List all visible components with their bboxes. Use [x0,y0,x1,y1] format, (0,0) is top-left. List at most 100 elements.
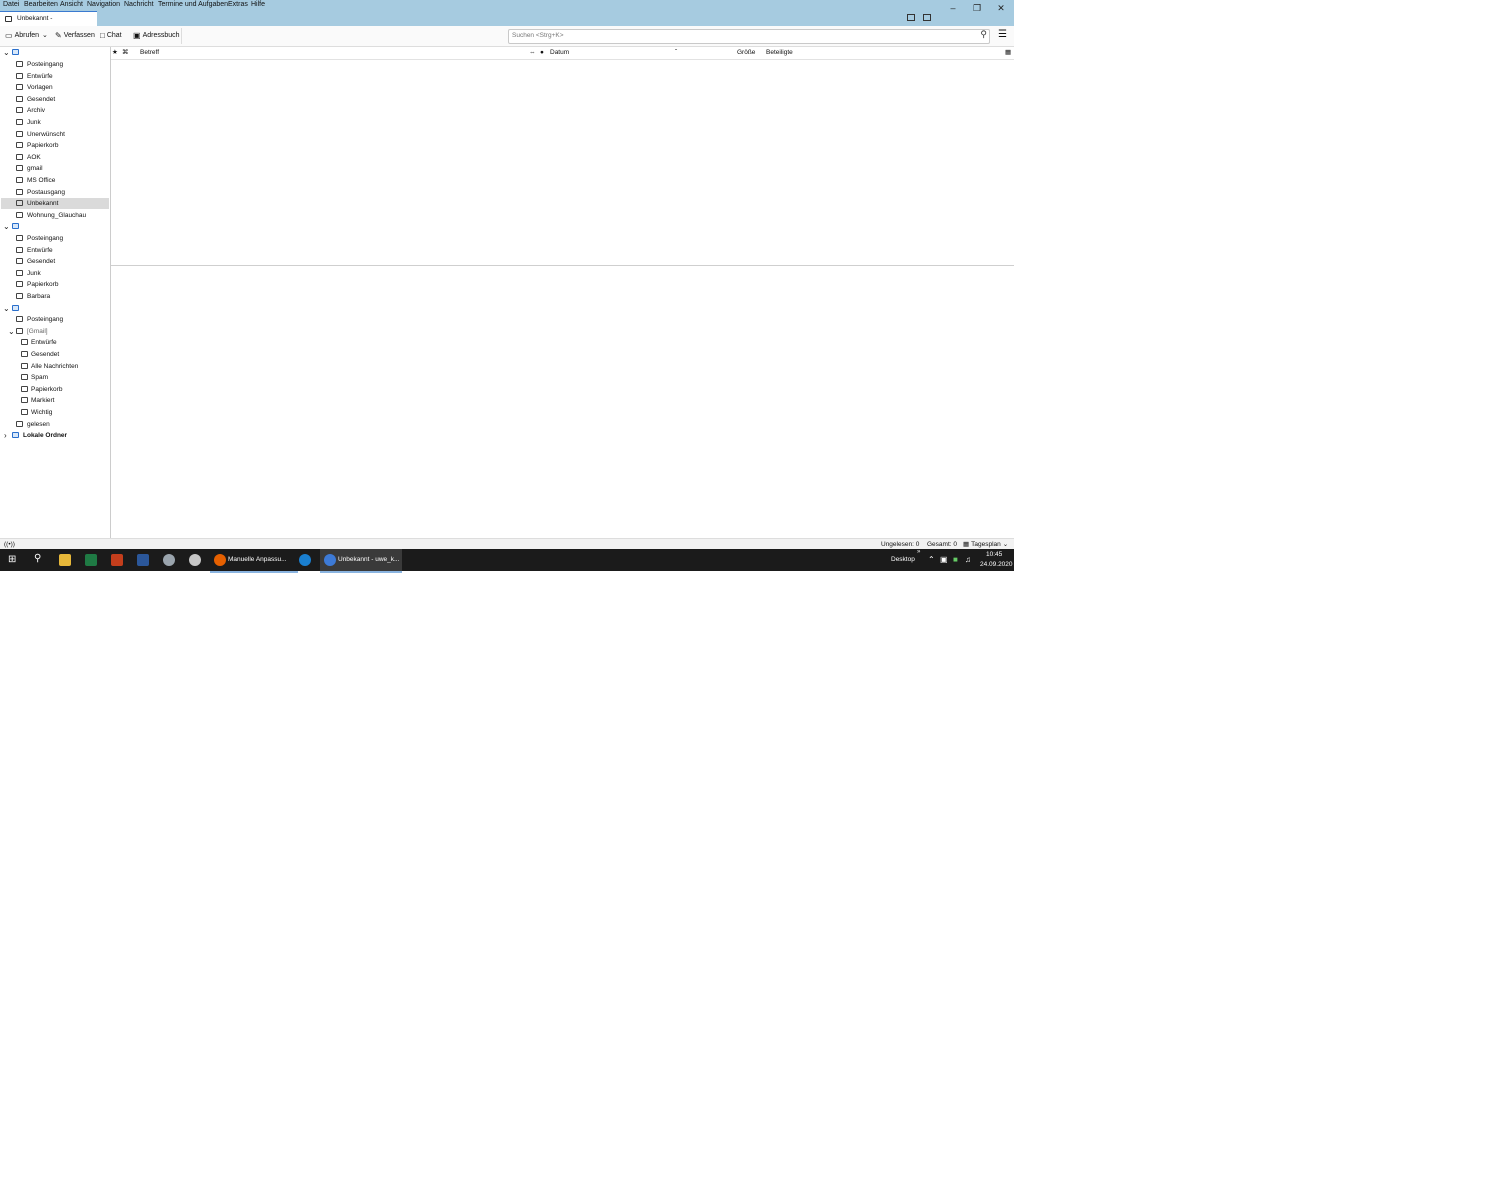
folder-gmail-wichtig[interactable]: Wichtig [1,407,109,418]
calendar-tab-icon[interactable] [907,14,915,21]
close-icon[interactable]: ✕ [989,2,1013,14]
folder-junk-2[interactable]: Junk [1,268,109,279]
folder-papierkorb-2[interactable]: Papierkorb [1,279,109,290]
folder-gmail[interactable]: gmail [1,163,109,174]
menu-hilfe[interactable]: Hilfe [251,1,265,8]
column-picker-icon[interactable]: ▦ [1005,47,1011,59]
folder-aok[interactable]: AOK [1,152,109,163]
volume-icon[interactable]: ♫ [965,555,971,564]
folder-gesendet[interactable]: Gesendet [1,94,109,105]
menu-datei[interactable]: Datei [3,1,19,8]
chat-button[interactable]: □ Chat [100,30,122,42]
tasks-tab-icon[interactable] [923,14,931,21]
templates-icon [16,84,23,91]
folder-label: Junk [27,269,41,277]
get-messages-dropdown[interactable]: ⌄ [42,30,48,42]
excel-icon[interactable] [85,554,97,566]
restore-icon[interactable]: ❐ [965,2,989,14]
search-icon[interactable]: ⚲ [34,553,41,564]
clock-date[interactable]: 24.09.2020 [980,561,1013,568]
folder-posteingang[interactable]: Posteingang [1,59,109,70]
folder-gmail-papierkorb[interactable]: Papierkorb [1,384,109,395]
menu-ansicht[interactable]: Ansicht [60,1,83,8]
desktop-toolbar[interactable]: Desktop [891,556,915,563]
thread-list[interactable] [111,60,1014,265]
chevron-down-icon[interactable]: ⌄ [8,326,15,337]
menu-termine[interactable]: Termine und Aufgaben [158,1,228,8]
taskbar-firefox[interactable]: Manuelle Anpassu... [210,549,298,573]
folder-junk[interactable]: Junk [1,117,109,128]
read-status-icon[interactable]: ● [540,47,544,59]
column-subject[interactable]: Betreff [140,47,159,59]
folder-gmail-markiert[interactable]: Markiert [1,395,109,406]
folder-entwuerfe-2[interactable]: Entwürfe [1,245,109,256]
folder-vorlagen[interactable]: Vorlagen [1,82,109,93]
taskbar-thunderbird[interactable]: Unbekannt - uwe_k... [320,549,402,573]
search-input[interactable]: Suchen <Strg+K> ⚲ [508,29,990,44]
folder-entwuerfe[interactable]: Entwürfe [1,71,109,82]
local-folders[interactable]: › Lokale Ordner [1,430,109,441]
chevron-down-icon[interactable]: ⌄ [3,47,10,58]
folder-wohnung-glauchau[interactable]: Wohnung_Glauchau [1,210,109,221]
folder-unbekannt[interactable]: Unbekannt [1,198,109,210]
file-explorer-icon[interactable] [59,554,71,566]
folder-label: Junk [27,119,41,126]
folder-postausgang[interactable]: Postausgang [1,187,109,198]
tab-unbekannt[interactable]: Unbekannt - [0,11,97,27]
account-1[interactable]: ⌄ [1,47,109,58]
compose-button[interactable]: ✎ Verfassen [55,30,95,42]
tab-title: Unbekannt - [17,15,53,22]
account-3[interactable]: ⌄ [1,303,109,314]
folder-gesendet-2[interactable]: Gesendet [1,256,109,267]
menu-nachricht[interactable]: Nachricht [124,1,154,8]
folder-papierkorb[interactable]: Papierkorb [1,140,109,151]
folder-gmail-spam[interactable]: Spam [1,372,109,383]
menu-extras[interactable]: Extras [228,1,248,8]
column-date[interactable]: Datum [550,47,569,59]
folder-barbara[interactable]: Barbara [1,291,109,302]
app-icon-2[interactable] [189,554,201,566]
folder-posteingang-3[interactable]: Posteingang [1,314,109,325]
folder-label: Posteingang [27,61,64,68]
folder-ms-office[interactable]: MS Office [1,175,109,186]
thread-toggle-icon[interactable]: ⇔ [529,47,536,59]
chevron-right-icon[interactable]: › [4,430,7,441]
folder-gmail-alle[interactable]: Alle Nachrichten [1,361,109,372]
folder-icon [5,16,12,22]
folder-gmail-entwuerfe[interactable]: Entwürfe [1,337,109,348]
chevron-down-icon[interactable]: ⌄ [3,303,10,314]
taskbar-firefox-label: Manuelle Anpassu... [228,556,287,563]
folder-label: Gesendet [27,95,56,103]
menu-navigation[interactable]: Navigation [87,1,120,8]
chevron-down-icon[interactable]: ⌄ [3,221,10,232]
get-messages-button[interactable]: ▭ Abrufen [5,30,39,42]
folder-archiv[interactable]: Archiv [1,105,109,116]
folder-gelesen[interactable]: gelesen [1,419,109,430]
clock-time[interactable]: 10:45 [986,551,1002,558]
windows-start-icon[interactable]: ⊞ [8,554,16,565]
menu-bearbeiten[interactable]: Bearbeiten [24,1,58,8]
address-book-button[interactable]: ▣ Adressbuch [133,30,180,42]
account-2[interactable]: ⌄ [1,221,109,232]
attachment-icon[interactable]: ⌘ [122,47,129,59]
folder-posteingang-2[interactable]: Posteingang [1,233,109,244]
folder-icon [16,200,23,207]
column-size[interactable]: Größe [737,47,755,59]
chevron-up-icon[interactable]: ⌃ [928,555,935,564]
search-icon[interactable]: ⚲ [980,29,987,40]
folder-gmail-group[interactable]: ⌄ [Gmail] [1,326,109,337]
security-icon[interactable]: ■ [953,555,958,564]
chevron-right-icon[interactable]: » [917,549,920,555]
network-icon[interactable]: ▣ [940,555,948,564]
edge-icon[interactable] [299,554,311,566]
app-icon[interactable] [163,554,175,566]
column-participants[interactable]: Beteiligte [766,47,793,59]
star-icon[interactable]: ★ [112,47,118,59]
powerpoint-icon[interactable] [111,554,123,566]
minimize-icon[interactable]: – [941,2,965,14]
folder-unerwuenscht[interactable]: Unerwünscht [1,129,109,140]
folder-label: Wohnung_Glauchau [27,211,87,219]
word-icon[interactable] [137,554,149,566]
app-menu-icon[interactable]: ☰ [998,29,1007,40]
folder-gmail-gesendet[interactable]: Gesendet [1,349,109,360]
